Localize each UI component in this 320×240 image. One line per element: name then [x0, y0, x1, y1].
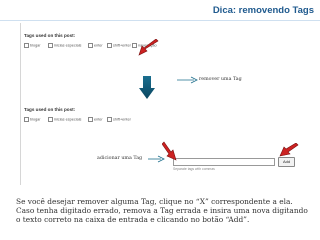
tag-item[interactable]: enter	[88, 117, 103, 122]
tag-item[interactable]: inicias especiais	[48, 43, 81, 48]
red-arrow-icon	[279, 143, 299, 157]
remove-label: remover uma Tag	[199, 77, 242, 82]
tags-panel-bottom: Tags used on this post: blogar inicias e…	[21, 105, 163, 133]
header: Dica: removendo Tags	[0, 0, 320, 22]
instruction-line-2: Caso tenha digitado errado, remova a Tag…	[16, 206, 308, 224]
tag-input[interactable]	[173, 158, 275, 166]
tag-item[interactable]: shift+enter	[107, 117, 131, 122]
instruction-line-1: Se você desejar remover alguma Tag, cliq…	[16, 197, 293, 206]
down-arrow-icon	[139, 76, 155, 99]
header-divider	[0, 20, 320, 21]
pointer-arrow-icon	[177, 76, 198, 84]
tag-item[interactable]: enter	[88, 43, 103, 48]
tag-item[interactable]: shift+enter	[107, 43, 131, 48]
screenshot-area: Tags used on this post: blogar inicias e…	[20, 23, 303, 185]
tag-hint: Separate tags with commas	[173, 167, 215, 171]
slide-title: Dica: removendo Tags	[212, 5, 314, 16]
instructions-text: Se você desejar remover alguma Tag, cliq…	[16, 197, 312, 224]
tags-panel-title: Tags used on this post:	[24, 33, 76, 38]
red-arrow-icon	[162, 141, 177, 161]
tag-item[interactable]: inicias especiais	[48, 117, 81, 122]
tag-item[interactable]: blogar	[24, 43, 41, 48]
tag-item[interactable]: blogar	[24, 117, 41, 122]
tags-panel-title: Tags used on this post:	[24, 107, 76, 112]
add-label: adicionar uma Tag	[97, 156, 143, 161]
red-arrow-icon	[138, 39, 159, 56]
